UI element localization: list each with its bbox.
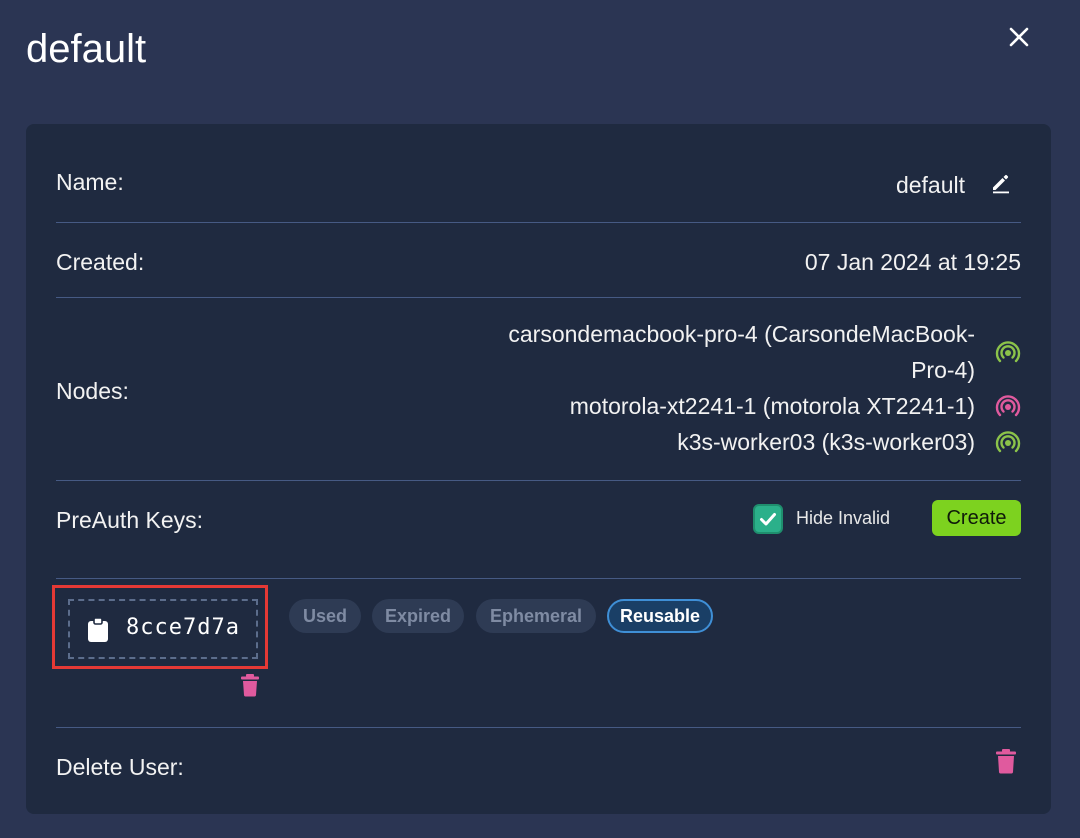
create-key-button[interactable]: Create — [932, 500, 1021, 536]
signal-icon — [995, 394, 1021, 420]
user-details-card: Name: default Created: 07 Jan 2024 at 19… — [26, 124, 1051, 814]
preauth-keys-label: PreAuth Keys: — [56, 507, 204, 533]
tag-ephemeral: Ephemeral — [476, 599, 596, 633]
delete-user-row: Delete User: — [56, 744, 1021, 784]
hide-invalid-label[interactable]: Hide Invalid — [796, 508, 890, 529]
name-value: default — [895, 172, 965, 198]
close-icon[interactable] — [1006, 24, 1032, 50]
divider — [56, 480, 1021, 481]
tag-expired: Expired — [372, 599, 464, 633]
trash-icon[interactable] — [240, 673, 260, 697]
preauth-keys-row: PreAuth Keys: Hide Invalid Create — [56, 494, 1021, 544]
created-row: Created: 07 Jan 2024 at 19:25 — [56, 244, 1021, 284]
tag-reusable: Reusable — [607, 599, 713, 633]
node-item-3: k3s-worker03 (k3s-worker03) — [677, 429, 975, 455]
divider — [56, 297, 1021, 298]
delete-user-label: Delete User: — [56, 754, 184, 780]
edit-icon[interactable] — [989, 170, 1013, 194]
preauth-key-value: 8cce7d7a — [126, 615, 240, 640]
node-item-1-line-2: Pro-4) — [911, 357, 975, 383]
hide-invalid-checkbox[interactable] — [753, 504, 783, 534]
signal-icon — [995, 340, 1021, 366]
name-row: Name: default — [56, 164, 1021, 204]
check-icon — [760, 513, 776, 526]
clipboard-icon — [86, 617, 110, 643]
created-value: 07 Jan 2024 at 19:25 — [804, 249, 1021, 275]
user-dialog: default Name: default Created: 07 Jan 20… — [0, 0, 1080, 838]
signal-icon — [995, 430, 1021, 456]
tag-used: Used — [289, 599, 361, 633]
divider — [56, 578, 1021, 579]
trash-icon[interactable] — [995, 748, 1017, 774]
nodes-row: Nodes: carsondemacbook-pro-4 (CarsondeMa… — [56, 314, 1021, 464]
node-item-1-line-1: carsondemacbook-pro-4 (CarsondeMacBook- — [508, 321, 975, 347]
created-label: Created: — [56, 249, 145, 275]
divider — [56, 222, 1021, 223]
dialog-title: default — [26, 27, 147, 71]
node-item-2: motorola-xt2241-1 (motorola XT2241-1) — [569, 393, 975, 419]
nodes-label: Nodes: — [56, 378, 129, 404]
name-label: Name: — [56, 169, 124, 195]
divider — [56, 727, 1021, 728]
preauth-key-copy[interactable]: 8cce7d7a — [68, 599, 258, 659]
